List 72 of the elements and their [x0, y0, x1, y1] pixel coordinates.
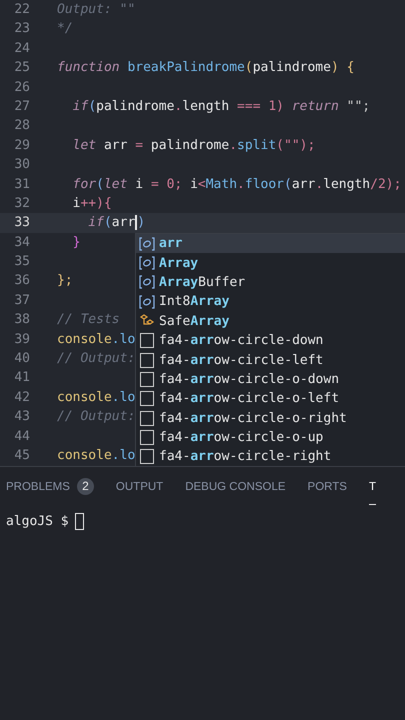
text-icon — [139, 391, 155, 406]
line-number: 23 — [13, 20, 30, 38]
text-icon — [139, 333, 155, 348]
code-line: console.lo — [57, 330, 136, 349]
code-line: console.lo — [57, 388, 136, 407]
panel-tab[interactable]: PORTS — [308, 469, 347, 505]
line-number: 24 — [13, 40, 30, 58]
text-icon — [139, 352, 155, 368]
line-number: 44 — [13, 428, 30, 446]
variable-icon — [139, 275, 155, 290]
code-line: // Output: — [57, 350, 136, 368]
line-number: 38 — [13, 311, 30, 330]
code-line: if(arr) — [87, 214, 146, 232]
line-number: 39 — [13, 330, 30, 349]
text-icon — [139, 372, 155, 387]
suggestion-item[interactable]: fa4-arrow-circle-o-up — [136, 428, 405, 448]
code-line: function breakPalindrome(palindrome) { — [57, 59, 354, 78]
suggestion-item[interactable]: fa4-arrow-circle-down — [136, 330, 405, 350]
panel-tab[interactable]: OUTPUT — [116, 469, 164, 505]
line-number: 43 — [13, 408, 30, 426]
suggestion-item[interactable]: fa4-arrow-circle-o-left — [136, 389, 405, 409]
line-number: 25 — [13, 59, 30, 78]
line-number: 22 — [13, 1, 30, 19]
suggestion-item[interactable]: fa4-arrow-circle-right — [136, 447, 405, 466]
line-number: 34 — [13, 234, 30, 252]
suggestion-item[interactable]: arr — [136, 234, 405, 254]
code-line: if(palindrome.length === 1) return ""; — [72, 98, 370, 116]
code-line: // Output: — [57, 408, 136, 426]
line-number: 31 — [13, 176, 30, 194]
suggestion-item[interactable]: fa4-arrow-circle-left — [136, 350, 405, 370]
code-editor[interactable] — [0, 0, 405, 466]
code-line: for(let i = 0; i<Math.floor(arr.length/2); — [72, 176, 402, 194]
code-line: // Tests — [57, 311, 120, 330]
suggestion-item[interactable]: fa4-arrow-circle-o-right — [136, 408, 405, 428]
code-line: i++){ — [72, 194, 112, 213]
line-number: 36 — [13, 272, 30, 290]
panel-tab[interactable]: PROBLEMS 2 — [6, 469, 94, 505]
line-number: 42 — [13, 388, 30, 407]
code-line: */ — [57, 20, 73, 38]
line-number: 41 — [13, 369, 30, 388]
panel-tab[interactable]: DEBUG CONSOLE — [185, 469, 286, 505]
variable-icon — [139, 256, 155, 270]
variable-icon — [139, 294, 155, 309]
line-number: 32 — [13, 194, 30, 213]
code-line: let arr = palindrome.split(""); — [72, 136, 316, 155]
variable-icon — [139, 236, 155, 251]
suggestion-item[interactable]: Array — [136, 253, 405, 273]
text-icon — [139, 410, 155, 426]
suggestion-item[interactable]: SafeArray — [136, 312, 405, 331]
line-number: 45 — [13, 446, 30, 465]
line-number: 40 — [13, 350, 30, 368]
line-number: 37 — [13, 292, 30, 310]
panel-tab[interactable]: T — [368, 469, 376, 505]
code-line: console.lo — [57, 446, 136, 465]
line-number: 30 — [13, 156, 30, 174]
text-icon — [139, 449, 155, 464]
line-number: 29 — [13, 136, 30, 155]
suggestion-item[interactable]: Int8Array — [136, 292, 405, 312]
line-number: 33 — [13, 214, 30, 232]
text-icon — [139, 430, 155, 446]
count-badge: 2 — [76, 478, 94, 495]
line-number: 28 — [13, 117, 30, 136]
terminal-prompt: algoJS $ — [6, 514, 69, 529]
code-line: }; — [57, 272, 73, 290]
suggestion-item[interactable]: fa4-arrow-circle-o-down — [136, 370, 405, 390]
line-number: 26 — [13, 78, 30, 97]
code-line: } — [72, 234, 80, 252]
suggestion-item[interactable]: ArrayBuffer — [136, 272, 405, 292]
line-number: 35 — [13, 253, 30, 272]
terminal-cursor — [74, 513, 84, 530]
line-number: 27 — [13, 98, 30, 116]
code-line: Output: "" — [57, 1, 136, 19]
